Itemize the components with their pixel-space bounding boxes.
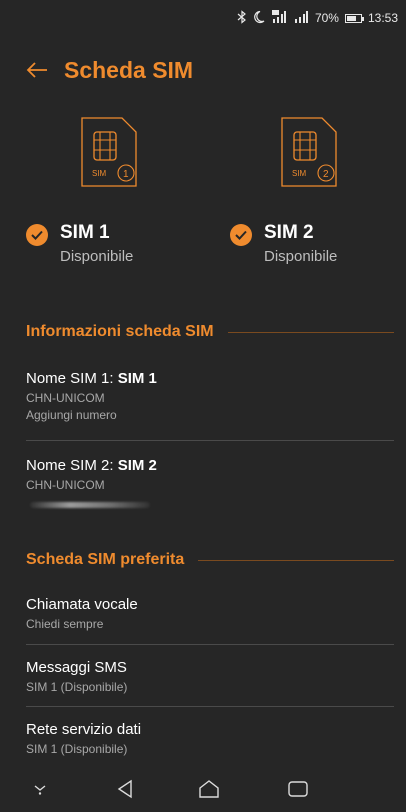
sim-card-icon: SIM 2 bbox=[280, 116, 340, 197]
divider bbox=[26, 706, 394, 707]
sim-2-name: SIM 2 bbox=[264, 222, 314, 243]
section-title: Informazioni scheda SIM bbox=[26, 323, 214, 340]
check-circle-icon bbox=[26, 224, 48, 246]
row-title: Nome SIM 1: SIM 1 bbox=[26, 370, 157, 387]
add-number-link[interactable]: Aggiungi numero bbox=[26, 408, 394, 422]
back-icon[interactable] bbox=[105, 774, 145, 804]
navigation-bar bbox=[0, 766, 406, 812]
redacted-phone-number bbox=[30, 502, 150, 508]
signal-icon bbox=[271, 10, 287, 26]
back-arrow-icon[interactable] bbox=[0, 48, 64, 92]
sim-1-name: SIM 1 bbox=[60, 222, 110, 243]
clock: 13:53 bbox=[367, 11, 398, 25]
check-circle-icon bbox=[230, 224, 252, 246]
bluetooth-icon bbox=[237, 9, 247, 27]
carrier-label: CHN-UNICOM bbox=[26, 391, 105, 405]
divider bbox=[26, 644, 394, 645]
app-bar: Scheda SIM bbox=[0, 48, 406, 92]
signal-icon bbox=[293, 10, 309, 26]
row-title: Chiamata vocale bbox=[26, 596, 138, 613]
svg-text:1: 1 bbox=[123, 169, 129, 180]
sim-settings-screen: 70% 13:53 Scheda SIM SIM 1 SIM 1 Disponi… bbox=[0, 0, 406, 812]
page-title: Scheda SIM bbox=[64, 56, 194, 83]
section-header-sim-info: Informazioni scheda SIM bbox=[26, 323, 394, 341]
svg-text:SIM: SIM bbox=[92, 169, 107, 178]
svg-text:2: 2 bbox=[323, 169, 329, 180]
row-title: Messaggi SMS bbox=[26, 659, 127, 676]
moon-icon bbox=[253, 10, 265, 27]
data-service-row[interactable]: Rete servizio dati SIM 1 (Disponibile) bbox=[26, 721, 394, 756]
hide-nav-icon[interactable] bbox=[20, 774, 60, 804]
row-subtitle: SIM 1 (Disponibile) bbox=[26, 742, 128, 756]
sim-1-status: Disponibile bbox=[60, 248, 134, 265]
divider bbox=[26, 440, 394, 441]
sim-card-icon: SIM 1 bbox=[80, 116, 140, 197]
home-icon[interactable] bbox=[189, 774, 229, 804]
section-header-preferred-sim: Scheda SIM preferita bbox=[26, 551, 394, 569]
sim-2-status: Disponibile bbox=[264, 248, 338, 265]
voice-call-row[interactable]: Chiamata vocale Chiedi sempre bbox=[26, 596, 394, 631]
row-title: Rete servizio dati bbox=[26, 721, 142, 738]
section-title: Scheda SIM preferita bbox=[26, 551, 185, 568]
section-divider bbox=[227, 331, 394, 333]
row-title: Nome SIM 2: SIM 2 bbox=[26, 457, 157, 474]
row-subtitle: Chiedi sempre bbox=[26, 617, 104, 631]
row-subtitle: SIM 1 (Disponibile) bbox=[26, 680, 128, 694]
sms-row[interactable]: Messaggi SMS SIM 1 (Disponibile) bbox=[26, 659, 394, 694]
sim-2-status-row: SIM 2 Disponibile bbox=[230, 222, 337, 265]
recents-icon[interactable] bbox=[278, 774, 318, 804]
battery-icon bbox=[344, 13, 364, 23]
status-bar: 70% 13:53 bbox=[0, 0, 406, 36]
carrier-label: CHN-UNICOM bbox=[26, 478, 105, 492]
sim-1-status-row: SIM 1 Disponibile bbox=[26, 222, 133, 265]
section-divider bbox=[198, 559, 394, 561]
sim-2-name-row[interactable]: Nome SIM 2: SIM 2 CHN-UNICOM bbox=[26, 457, 394, 492]
battery-percent: 70% bbox=[314, 11, 339, 25]
svg-text:SIM: SIM bbox=[292, 169, 307, 178]
sim-1-name-row[interactable]: Nome SIM 1: SIM 1 CHN-UNICOM Aggiungi nu… bbox=[26, 370, 394, 422]
